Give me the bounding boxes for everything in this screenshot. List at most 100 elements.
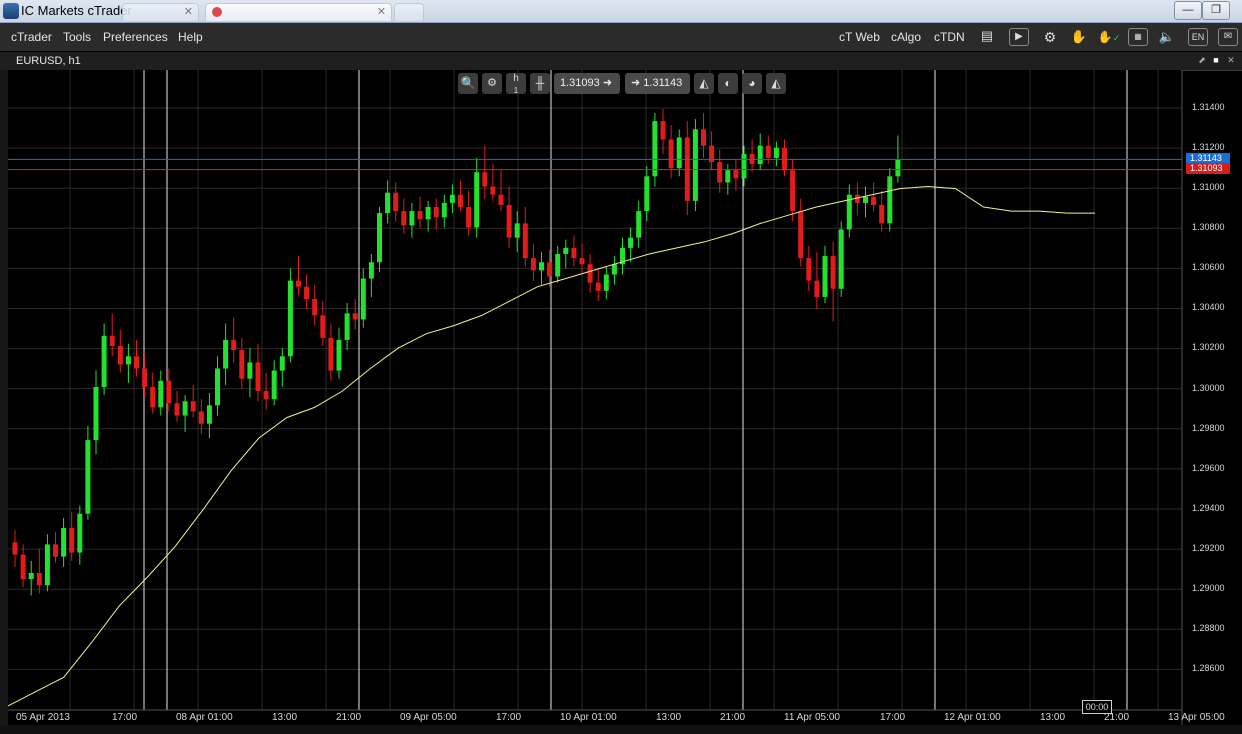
menu-bar: cTrader Tools Preferences Help cT Web cA… — [0, 23, 1242, 51]
y-tick-label: 1.31400 — [1192, 102, 1225, 112]
x-tick-label: 17:00 — [880, 712, 906, 723]
candle-body — [320, 315, 326, 338]
maximize-icon[interactable]: ■ — [1211, 55, 1221, 65]
candle-body — [417, 211, 423, 220]
candle-body — [239, 350, 245, 379]
candle-body — [514, 223, 520, 238]
language-icon[interactable]: EN — [1188, 28, 1208, 46]
candle-body — [725, 170, 731, 183]
opera-icon — [212, 7, 222, 17]
background-window-tab[interactable]: ✕ — [122, 3, 199, 21]
keyboard-icon[interactable]: ▦ — [1128, 28, 1148, 46]
y-tick-label: 1.29600 — [1192, 463, 1225, 473]
y-tick-label: 1.29400 — [1192, 503, 1225, 513]
email-icon[interactable]: ✉ — [1218, 28, 1238, 46]
chart-header: EURUSD, h1 ⬈ ■ ✕ — [0, 52, 1242, 71]
candle-body — [109, 335, 115, 347]
candle-body — [328, 337, 334, 371]
y-tick-label: 1.30000 — [1192, 383, 1225, 393]
chart-settings-icon[interactable]: ⚙ — [482, 73, 502, 94]
candle-body — [644, 176, 650, 212]
y-tick-label: 1.30200 — [1192, 342, 1225, 352]
candle-body — [652, 121, 658, 177]
candle-body — [879, 204, 885, 224]
candlestick-chart[interactable] — [8, 70, 1242, 734]
candle-body — [547, 262, 553, 277]
candle-body — [36, 573, 42, 586]
candle-body — [587, 264, 593, 283]
candle-body — [117, 346, 123, 365]
draw-icon[interactable]: ◭ — [766, 73, 786, 94]
y-tick-label: 1.30800 — [1192, 222, 1225, 232]
candle-body — [806, 258, 812, 281]
y-tick-label: 1.31000 — [1192, 182, 1225, 192]
candle-body — [393, 192, 399, 212]
trade-icon[interactable]: ◭ — [694, 73, 714, 94]
candle-body — [101, 335, 107, 387]
candle-body — [247, 362, 253, 379]
candle-body — [377, 213, 382, 263]
menu-ct-web[interactable]: cT Web — [839, 30, 880, 44]
candle-body — [636, 211, 642, 238]
x-tick-label: 12 Apr 01:00 — [944, 712, 1001, 723]
candle-body — [757, 145, 763, 165]
candle-body — [741, 153, 747, 179]
journal-icon[interactable]: ▤ — [977, 28, 997, 46]
menu-preferences[interactable]: Preferences — [103, 30, 168, 44]
y-tick-label: 1.29200 — [1192, 543, 1225, 553]
candle-body — [838, 229, 844, 289]
x-tick-label: 10 Apr 01:00 — [560, 712, 617, 723]
candle-body — [628, 237, 634, 248]
browser-tab[interactable]: ✕ — [205, 3, 392, 21]
candle-body — [555, 254, 561, 277]
new-tab-button[interactable] — [394, 3, 424, 21]
sound-icon[interactable]: 🔈 — [1157, 28, 1177, 46]
bid-price-tag: 1.31093 — [1186, 163, 1230, 174]
candle-body — [733, 170, 739, 179]
menu-calgo[interactable]: cAlgo — [891, 30, 921, 44]
objects-icon[interactable]: ◕ — [742, 73, 762, 94]
close-icon[interactable]: ✕ — [184, 5, 193, 18]
restore-button[interactable]: ❐ — [1202, 1, 1230, 20]
minimize-button[interactable]: — — [1174, 1, 1202, 20]
menu-tools[interactable]: Tools — [63, 30, 91, 44]
y-tick-label: 1.31200 — [1192, 142, 1225, 152]
candle-body — [887, 176, 893, 224]
chart-area[interactable] — [8, 70, 1242, 734]
candle-body — [458, 194, 463, 207]
close-chart-icon[interactable]: ✕ — [1226, 55, 1236, 65]
ctrader-app-icon — [3, 3, 19, 19]
candle-body — [895, 159, 901, 177]
candle-body — [312, 299, 318, 316]
zoom-icon[interactable]: 🔍 — [458, 73, 478, 94]
indicator-icon[interactable]: ◐ — [718, 73, 738, 94]
time-cursor-label: 00:00 — [1082, 700, 1112, 714]
x-tick-label: 13:00 — [656, 712, 682, 723]
x-tick-label: 13:00 — [272, 712, 298, 723]
candle-body — [190, 401, 196, 412]
video-icon[interactable]: ▶ — [1009, 28, 1029, 46]
menu-ctdn[interactable]: cTDN — [934, 30, 965, 44]
candle-body — [539, 262, 544, 271]
candle-body — [12, 542, 18, 555]
candle-body — [822, 256, 828, 297]
candle-body — [255, 362, 261, 392]
candle-body — [474, 172, 480, 228]
menu-ctrader[interactable]: cTrader — [11, 30, 52, 44]
detach-icon[interactable]: ⬈ — [1197, 55, 1207, 65]
x-tick-label: 09 Apr 05:00 — [400, 712, 457, 723]
buy-price-button[interactable]: ➜ 1.31143 — [625, 73, 690, 94]
confirm-icon[interactable]: ✋✓ — [1097, 28, 1121, 46]
menu-help[interactable]: Help — [178, 30, 203, 44]
sell-price-button[interactable]: 1.31093 ➜ — [554, 73, 620, 94]
candle-body — [765, 145, 771, 158]
x-tick-label: 13 Apr 05:00 — [1168, 712, 1225, 723]
hand-trade-icon[interactable]: ✋ — [1069, 28, 1089, 46]
timeframe-button[interactable]: h1 — [506, 73, 526, 95]
candle-body — [279, 356, 285, 371]
candle-body — [28, 573, 34, 580]
settings-icon[interactable]: ⚙ — [1040, 28, 1060, 46]
candle-body — [296, 280, 301, 287]
close-icon[interactable]: ✕ — [377, 5, 386, 18]
chart-type-icon[interactable]: ╫ — [530, 73, 550, 94]
